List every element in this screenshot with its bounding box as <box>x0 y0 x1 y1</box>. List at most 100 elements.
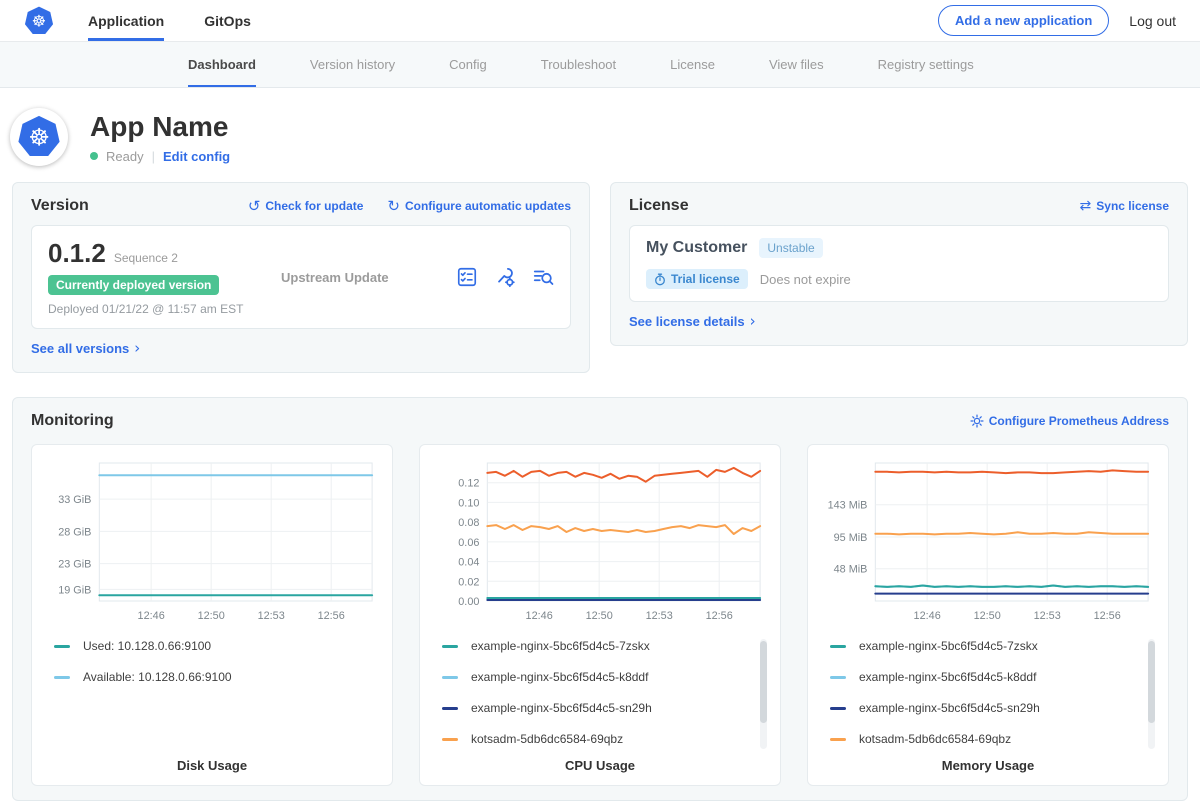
version-card: Version ↺ Check for update ↻ Configure a… <box>12 182 590 373</box>
legend-label: example-nginx-5bc6f5d4c5-7zskx <box>859 639 1038 653</box>
chart-title: Memory Usage <box>808 758 1168 773</box>
svg-text:12:56: 12:56 <box>706 610 733 622</box>
legend-item: example-nginx-5bc6f5d4c5-sn29h <box>442 701 770 715</box>
tab-version-history[interactable]: Version history <box>310 42 395 87</box>
check-for-update-link[interactable]: ↺ Check for update <box>248 199 364 214</box>
preflight-checks-icon[interactable] <box>456 266 478 288</box>
app-avatar: ☸ <box>10 108 68 166</box>
svg-text:23 GiB: 23 GiB <box>58 559 91 571</box>
svg-text:143 MiB: 143 MiB <box>828 500 868 512</box>
tab-registry-settings[interactable]: Registry settings <box>878 42 974 87</box>
legend-swatch-icon <box>54 676 70 679</box>
legend-swatch-icon <box>442 645 458 648</box>
tab-troubleshoot[interactable]: Troubleshoot <box>541 42 616 87</box>
legend-swatch-icon <box>830 738 846 741</box>
legend-item: example-nginx-5bc6f5d4c5-7zskx <box>442 639 770 653</box>
tab-gitops[interactable]: GitOps <box>204 0 251 41</box>
legend-swatch-icon <box>830 707 846 710</box>
legend-label: example-nginx-5bc6f5d4c5-k8ddf <box>859 670 1036 684</box>
divider: | <box>152 149 155 164</box>
legend-item: kotsadm-5db6dc6584-69qbz <box>830 732 1158 746</box>
svg-text:33 GiB: 33 GiB <box>58 494 91 506</box>
cpu-usage-chart[interactable]: 12:4612:5012:5312:560.000.020.040.060.08… <box>430 455 770 627</box>
legend-item: Used: 10.128.0.66:9100 <box>54 639 382 653</box>
sync-icon: ⇄ <box>1080 199 1092 213</box>
legend-scrollbar-thumb[interactable] <box>1148 641 1155 723</box>
svg-text:12:46: 12:46 <box>914 610 941 622</box>
legend-label: kotsadm-5db6dc6584-69qbz <box>859 732 1011 746</box>
timer-icon <box>654 273 666 286</box>
legend-swatch-icon <box>442 676 458 679</box>
svg-text:48 MiB: 48 MiB <box>834 564 868 576</box>
memory-usage-panel: 12:4612:5012:5312:5648 MiB95 MiB143 MiB … <box>807 444 1169 786</box>
version-card-title: Version <box>31 197 89 215</box>
sync-license-link[interactable]: ⇄ Sync license <box>1080 199 1169 213</box>
current-version-box: 0.1.2 Sequence 2 Currently deployed vers… <box>31 225 571 329</box>
license-card-title: License <box>629 197 689 215</box>
channel-badge: Unstable <box>759 238 822 258</box>
top-nav-tabs: Application GitOps <box>88 0 291 41</box>
legend-swatch-icon <box>830 676 846 679</box>
tab-license[interactable]: License <box>670 42 715 87</box>
legend-swatch-icon <box>442 707 458 710</box>
svg-text:12:56: 12:56 <box>1094 610 1121 622</box>
memory-usage-legend: example-nginx-5bc6f5d4c5-7zskx example-ng… <box>818 639 1158 755</box>
svg-text:12:46: 12:46 <box>138 610 165 622</box>
legend-label: example-nginx-5bc6f5d4c5-k8ddf <box>471 670 648 684</box>
config-wrench-icon[interactable] <box>494 266 516 288</box>
svg-text:☸: ☸ <box>32 12 47 30</box>
chevron-right-icon: › <box>134 341 140 356</box>
diff-logs-icon[interactable] <box>532 266 554 288</box>
svg-text:0.02: 0.02 <box>458 576 479 588</box>
schedule-icon: ↻ <box>387 199 400 214</box>
top-nav: ☸ Application GitOps Add a new applicati… <box>0 0 1200 42</box>
legend-label: Used: 10.128.0.66:9100 <box>83 639 211 653</box>
svg-text:12:53: 12:53 <box>1034 610 1061 622</box>
svg-text:28 GiB: 28 GiB <box>58 526 91 538</box>
legend-scrollbar-thumb[interactable] <box>760 641 767 723</box>
license-card: License ⇄ Sync license My Customer Unsta… <box>610 182 1188 346</box>
version-source-label: Upstream Update <box>281 270 389 285</box>
chart-title: Disk Usage <box>32 758 392 773</box>
configure-prometheus-link[interactable]: Configure Prometheus Address <box>970 414 1169 428</box>
svg-text:12:50: 12:50 <box>974 610 1001 622</box>
svg-text:0.06: 0.06 <box>458 537 479 549</box>
svg-text:0.08: 0.08 <box>458 517 479 529</box>
legend-label: example-nginx-5bc6f5d4c5-sn29h <box>471 701 652 715</box>
legend-item: Available: 10.128.0.66:9100 <box>54 670 382 684</box>
legend-label: example-nginx-5bc6f5d4c5-sn29h <box>859 701 1040 715</box>
svg-text:☸: ☸ <box>28 124 49 151</box>
see-license-details-link[interactable]: See license details › <box>629 314 756 329</box>
legend-swatch-icon <box>830 645 846 648</box>
legend-item: example-nginx-5bc6f5d4c5-k8ddf <box>830 670 1158 684</box>
cpu-usage-legend: example-nginx-5bc6f5d4c5-7zskx example-ng… <box>430 639 770 755</box>
memory-usage-chart[interactable]: 12:4612:5012:5312:5648 MiB95 MiB143 MiB <box>818 455 1158 627</box>
customer-name: My Customer <box>646 239 747 257</box>
svg-text:12:50: 12:50 <box>198 610 225 622</box>
version-sequence: Sequence 2 <box>114 251 178 265</box>
kubernetes-logo-icon[interactable]: ☸ <box>24 6 54 36</box>
disk-usage-legend: Used: 10.128.0.66:9100 Available: 10.128.… <box>42 639 382 755</box>
see-all-versions-link[interactable]: See all versions › <box>31 341 140 356</box>
version-number: 0.1.2 <box>48 238 106 269</box>
legend-swatch-icon <box>54 645 70 648</box>
chart-title: CPU Usage <box>420 758 780 773</box>
tab-application[interactable]: Application <box>88 0 164 41</box>
chevron-right-icon: › <box>750 314 756 329</box>
svg-text:12:53: 12:53 <box>258 610 285 622</box>
disk-usage-chart[interactable]: 12:4612:5012:5312:5619 GiB23 GiB28 GiB33… <box>42 455 382 627</box>
gear-icon <box>970 414 984 428</box>
tab-dashboard[interactable]: Dashboard <box>188 42 256 87</box>
tab-view-files[interactable]: View files <box>769 42 824 87</box>
edit-config-link[interactable]: Edit config <box>163 149 230 164</box>
svg-text:0.04: 0.04 <box>458 557 479 569</box>
kubernetes-app-icon: ☸ <box>17 115 61 159</box>
monitoring-title: Monitoring <box>31 412 114 430</box>
configure-automatic-updates-link[interactable]: ↻ Configure automatic updates <box>387 199 571 214</box>
svg-text:12:46: 12:46 <box>526 610 553 622</box>
add-application-button[interactable]: Add a new application <box>938 5 1109 36</box>
logout-button[interactable]: Log out <box>1129 13 1176 29</box>
tab-config[interactable]: Config <box>449 42 487 87</box>
deployed-timestamp: Deployed 01/21/22 @ 11:57 am EST <box>48 302 253 316</box>
svg-text:12:53: 12:53 <box>646 610 673 622</box>
